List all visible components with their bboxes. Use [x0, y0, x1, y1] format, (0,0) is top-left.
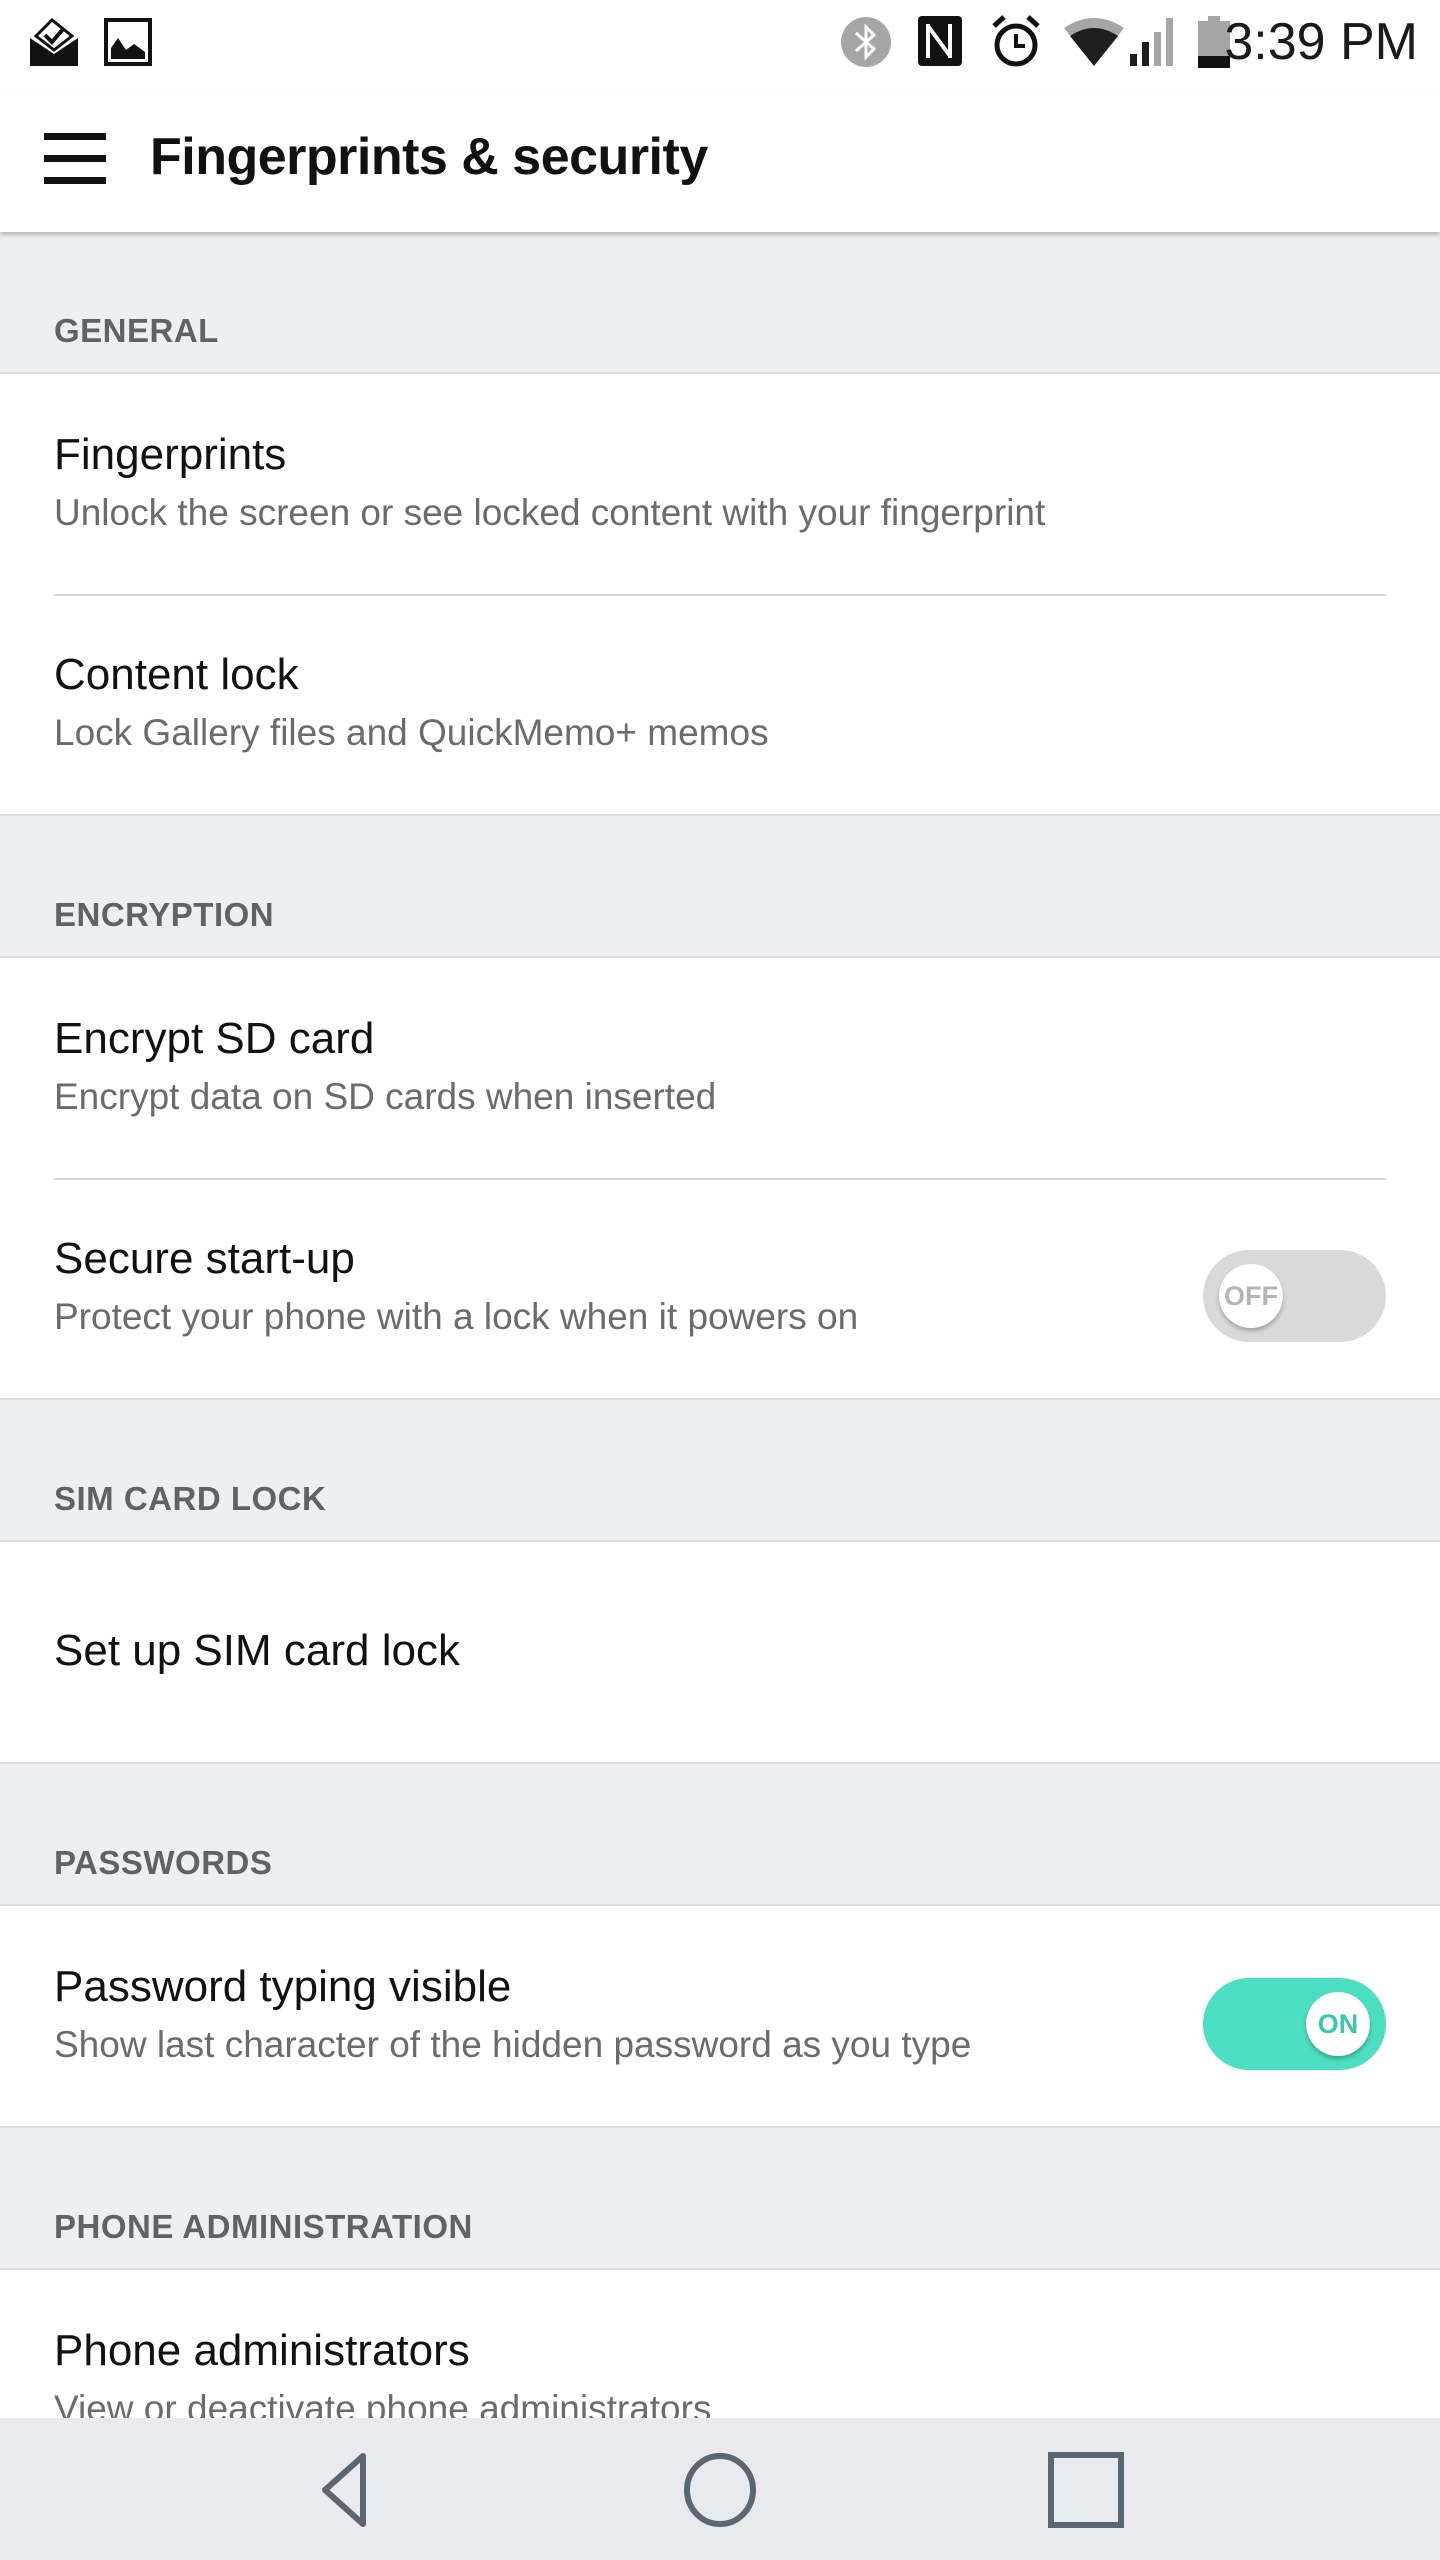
section-label: SIM CARD LOCK: [54, 1480, 327, 1517]
section-header-passwords: PASSWORDS: [0, 1764, 1440, 1906]
back-icon[interactable]: [303, 2450, 403, 2530]
item-title: Set up SIM card lock: [54, 1626, 460, 1675]
wifi-icon: [1064, 18, 1124, 66]
item-subtitle: View or deactivate phone administrators: [54, 2388, 712, 2418]
app-bar: Fingerprints & security: [0, 95, 1440, 232]
status-time: 3:39 PM: [1224, 13, 1418, 71]
item-title: Fingerprints: [54, 430, 287, 479]
nfc-icon: [918, 16, 962, 66]
item-title: Encrypt SD card: [54, 1014, 375, 1063]
setting-encrypt-sd-card[interactable]: Encrypt SD card Encrypt data on SD cards…: [0, 958, 1440, 1178]
settings-list[interactable]: GENERAL Fingerprints Unlock the screen o…: [0, 232, 1440, 2418]
toggle-knob: ON: [1306, 1992, 1370, 2056]
setting-fingerprints[interactable]: Fingerprints Unlock the screen or see lo…: [0, 374, 1440, 594]
setting-set-up-sim-card-lock[interactable]: Set up SIM card lock: [0, 1542, 1440, 1762]
section-general: Fingerprints Unlock the screen or see lo…: [0, 374, 1440, 816]
navigation-bar: [0, 2418, 1440, 2560]
recents-icon[interactable]: [1036, 2450, 1136, 2530]
bluetooth-icon: [841, 17, 891, 67]
hamburger-menu-icon[interactable]: [36, 123, 112, 199]
section-encryption: Encrypt SD card Encrypt data on SD cards…: [0, 958, 1440, 1400]
section-label: PASSWORDS: [54, 1844, 273, 1881]
section-header-sim-card-lock: SIM CARD LOCK: [0, 1400, 1440, 1542]
section-header-phone-administration: PHONE ADMINISTRATION: [0, 2128, 1440, 2270]
section-label: GENERAL: [54, 312, 219, 349]
home-icon[interactable]: [670, 2450, 770, 2530]
setting-phone-administrators[interactable]: Phone administrators View or deactivate …: [0, 2270, 1440, 2418]
mail-check-icon: [30, 18, 78, 66]
section-passwords: Password typing visible Show last charac…: [0, 1906, 1440, 2128]
status-bar: 3:39 PM: [0, 0, 1440, 95]
section-sim-card-lock: Set up SIM card lock: [0, 1542, 1440, 1764]
item-title: Phone administrators: [54, 2326, 470, 2375]
item-title: Secure start-up: [54, 1234, 355, 1283]
signal-icon: [1130, 18, 1173, 66]
section-header-general: GENERAL: [0, 232, 1440, 374]
section-header-encryption: ENCRYPTION: [0, 816, 1440, 958]
alarm-icon: [992, 15, 1040, 67]
section-phone-administration: Phone administrators View or deactivate …: [0, 2270, 1440, 2418]
section-label: PHONE ADMINISTRATION: [54, 2208, 473, 2245]
setting-password-typing-visible[interactable]: Password typing visible Show last charac…: [0, 1906, 1440, 2126]
setting-secure-startup[interactable]: Secure start-up Protect your phone with …: [0, 1178, 1440, 1398]
toggle-knob: OFF: [1219, 1264, 1283, 1328]
item-subtitle: Show last character of the hidden passwo…: [54, 2024, 972, 2065]
setting-content-lock[interactable]: Content lock Lock Gallery files and Quic…: [0, 594, 1440, 814]
section-label: ENCRYPTION: [54, 896, 275, 933]
item-subtitle: Lock Gallery files and QuickMemo+ memos: [54, 712, 769, 753]
page-title: Fingerprints & security: [150, 128, 708, 186]
item-subtitle: Unlock the screen or see locked content …: [54, 492, 1046, 533]
item-title: Content lock: [54, 650, 299, 699]
secure-startup-toggle[interactable]: OFF: [1203, 1250, 1386, 1342]
gallery-icon: [104, 18, 152, 66]
password-typing-visible-toggle[interactable]: ON: [1203, 1978, 1386, 2070]
item-subtitle: Encrypt data on SD cards when inserted: [54, 1076, 717, 1117]
item-subtitle: Protect your phone with a lock when it p…: [54, 1296, 859, 1337]
item-title: Password typing visible: [54, 1962, 512, 2011]
